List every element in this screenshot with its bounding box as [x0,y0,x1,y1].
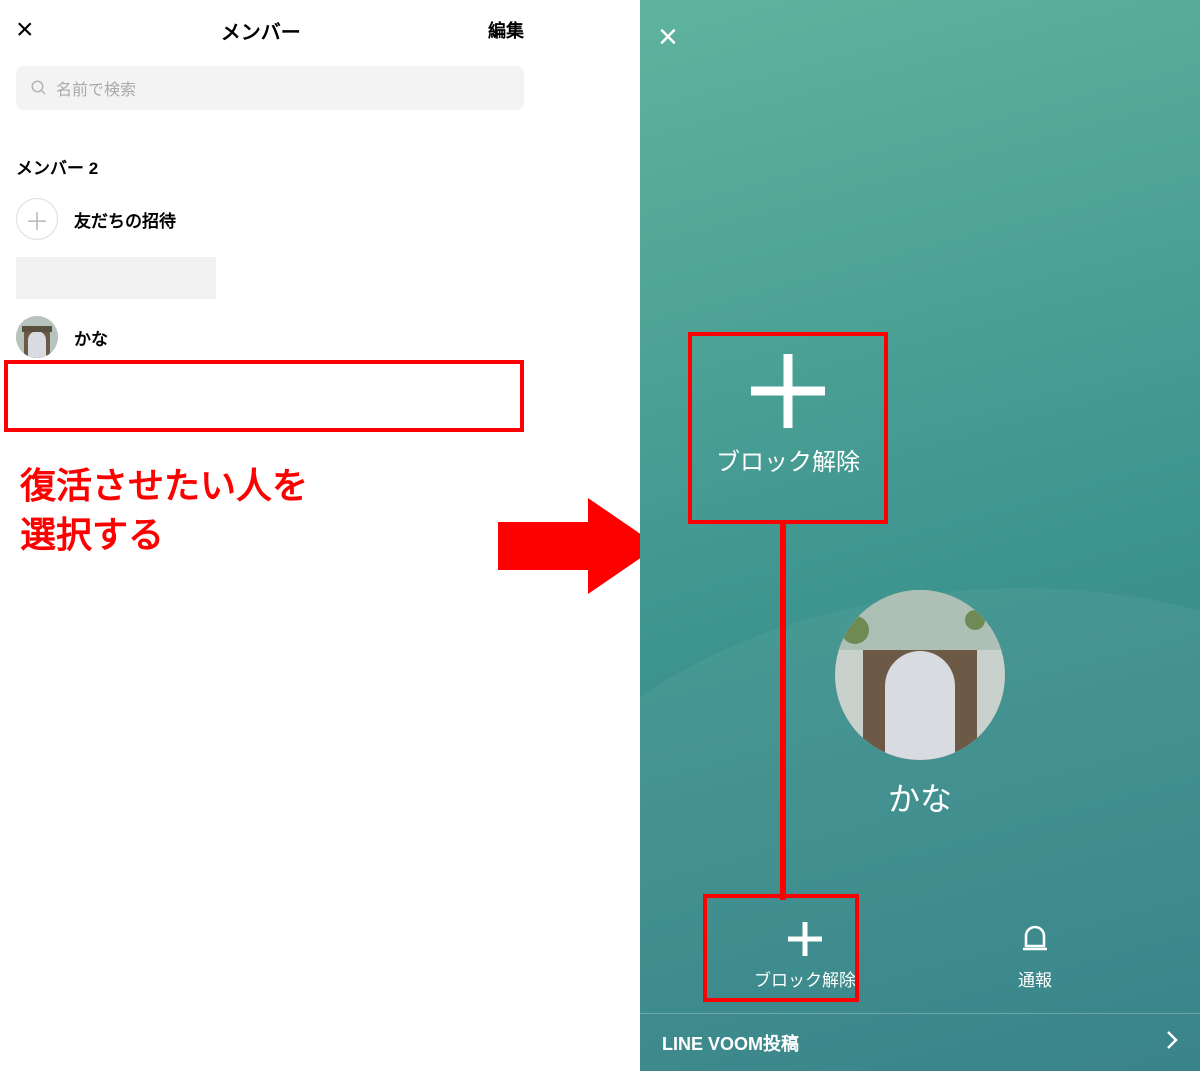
bell-icon [1018,918,1052,960]
report-label: 通報 [1018,966,1052,991]
close-icon[interactable]: × [16,15,34,45]
annotation-text: 復活させたい人を 選択する [20,462,308,559]
redacted-member [16,257,216,299]
report-button[interactable]: 通報 [965,918,1105,991]
plus-icon: ＋ [16,198,58,240]
avatar [16,316,58,358]
invite-friends-row[interactable]: ＋ 友だちの招待 [0,189,540,249]
close-icon[interactable]: × [658,18,678,57]
avatar[interactable] [835,590,1005,760]
member-name: かな [74,325,108,350]
chevron-right-icon [1166,1030,1178,1055]
member-row-hidden[interactable] [0,249,540,307]
section-header: メンバー 2 [16,154,524,179]
arrow-icon [498,498,658,594]
member-row[interactable]: かな [0,307,540,367]
annotation-connector [780,520,786,900]
search-icon [30,79,48,97]
line-voom-row[interactable]: LINE VOOM投稿 [640,1013,1200,1071]
annotation-highlight-unblock-big [688,332,888,524]
edit-button[interactable]: 編集 [488,17,524,43]
page-title: メンバー [221,16,301,45]
invite-label: 友だちの招待 [74,207,176,232]
search-input[interactable]: 名前で検索 [16,66,524,110]
profile-screen: × ブロック解除 かな ブロック解除 通報 LINE VOOM投稿 [640,0,1200,1071]
profile: かな [835,590,1005,820]
search-placeholder: 名前で検索 [56,76,136,100]
annotation-highlight-member [4,360,524,432]
members-screen: × メンバー 編集 名前で検索 メンバー 2 ＋ 友だちの招待 かな 復活させた… [0,0,540,1071]
header: × メンバー 編集 [0,0,540,60]
annotation-highlight-unblock-small [703,894,859,1002]
voom-label: LINE VOOM投稿 [662,1030,799,1056]
profile-name: かな [888,774,952,820]
